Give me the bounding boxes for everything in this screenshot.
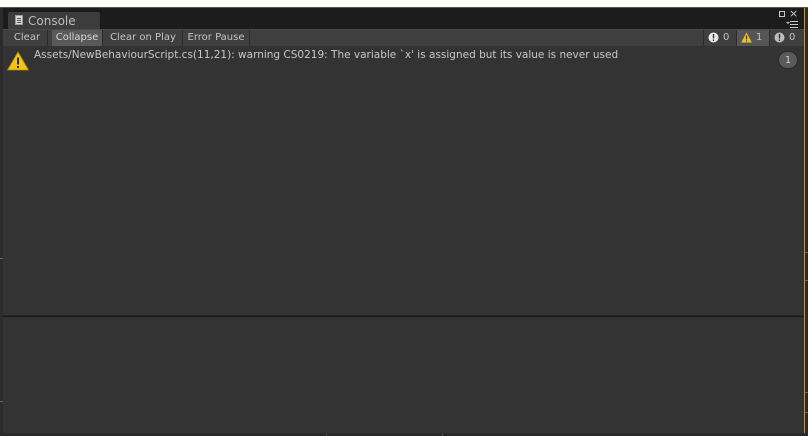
collapse-count-badge: 1 bbox=[778, 51, 798, 69]
console-toolbar: Clear Collapse Clear on Play Error Pause… bbox=[3, 29, 804, 47]
top-strip bbox=[0, 0, 808, 8]
editor-frame: Console × Clear Collapse Clear on Play E… bbox=[0, 0, 808, 436]
collapse-button[interactable]: Collapse bbox=[52, 30, 103, 46]
warning-count: 1 bbox=[756, 32, 763, 43]
console-titlebar: Console × bbox=[3, 8, 804, 29]
tab-console[interactable]: Console bbox=[7, 11, 101, 29]
stacktrace-panel[interactable] bbox=[3, 317, 804, 433]
warning-icon bbox=[7, 51, 29, 71]
console-window: Console × Clear Collapse Clear on Play E… bbox=[3, 8, 805, 434]
error-icon bbox=[774, 32, 785, 43]
error-pause-button[interactable]: Error Pause bbox=[183, 30, 250, 46]
close-icon[interactable]: × bbox=[789, 8, 798, 19]
error-count-toggle[interactable]: 0 bbox=[769, 30, 804, 46]
info-icon bbox=[708, 32, 719, 43]
clear-button[interactable]: Clear bbox=[7, 30, 48, 46]
info-count: 0 bbox=[723, 32, 730, 43]
info-count-toggle[interactable]: 0 bbox=[703, 30, 736, 46]
tab-console-label: Console bbox=[28, 14, 76, 28]
log-message: Assets/NewBehaviourScript.cs(11,21): war… bbox=[34, 49, 619, 61]
log-list[interactable]: Assets/NewBehaviourScript.cs(11,21): war… bbox=[3, 46, 804, 315]
error-count: 0 bbox=[789, 32, 796, 43]
warning-icon bbox=[741, 32, 752, 43]
warning-count-toggle[interactable]: 1 bbox=[736, 30, 769, 46]
window-menu-icon[interactable] bbox=[786, 20, 798, 28]
clear-on-play-button[interactable]: Clear on Play bbox=[104, 30, 183, 46]
maximize-icon[interactable] bbox=[779, 11, 785, 17]
log-entry[interactable]: Assets/NewBehaviourScript.cs(11,21): war… bbox=[3, 46, 804, 76]
console-icon bbox=[15, 15, 23, 25]
